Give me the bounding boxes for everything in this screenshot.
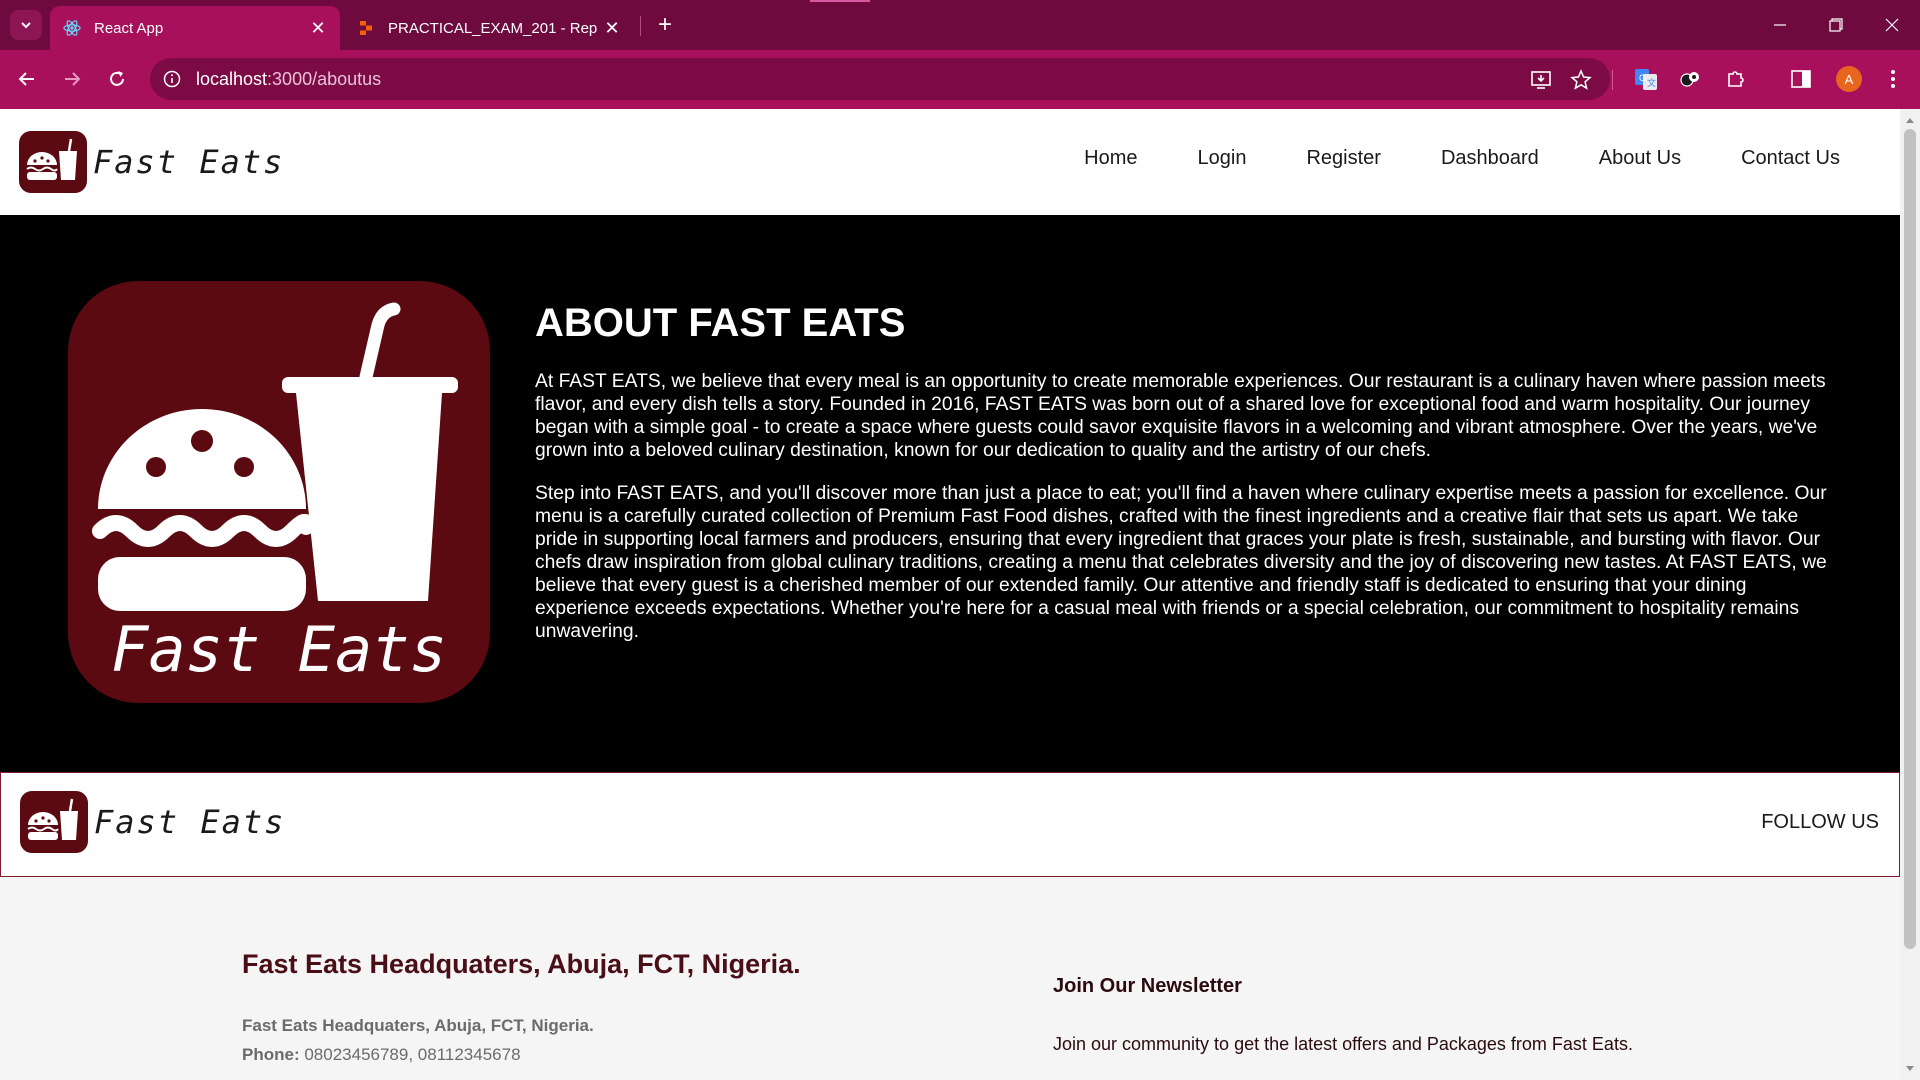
about-text: ABOUT FAST EATS At FAST EATS, we believe… — [535, 301, 1845, 663]
newsletter-title: Join Our Newsletter — [1053, 975, 1242, 997]
logo-text: Fast Eats — [111, 613, 447, 686]
chevron-down-icon — [21, 22, 31, 29]
site-footer: Fast Eats Headquaters, Abuja, FCT, Niger… — [0, 877, 1900, 1080]
tab-search-button[interactable] — [10, 10, 42, 40]
tab-replit[interactable]: PRACTICAL_EXAM_201 - Replit ✕ — [344, 6, 634, 50]
follow-us-label: FOLLOW US — [1761, 811, 1879, 833]
brand-name: Fast Eats — [94, 803, 286, 841]
about-heading: ABOUT FAST EATS — [535, 301, 906, 345]
scroll-down-arrow-icon[interactable] — [1900, 1062, 1920, 1076]
newsletter-text: Join our community to get the latest off… — [1053, 1034, 1633, 1054]
nav-home[interactable]: Home — [1084, 147, 1137, 170]
close-tab-icon[interactable]: ✕ — [598, 14, 626, 42]
footer-brand[interactable]: Fast Eats — [20, 791, 285, 853]
fast-eats-logo-icon — [19, 131, 87, 193]
about-section: Fast Eats ABOUT FAST EATS At FAST EATS, … — [0, 215, 1900, 772]
main-nav: Home Login Register Dashboard About Us C… — [1024, 147, 1840, 170]
url-host: localhost — [196, 69, 268, 89]
install-app-icon[interactable] — [1528, 67, 1554, 93]
phone-label: Phone: — [242, 1045, 300, 1064]
about-paragraph: Step into FAST EATS, and you'll discover… — [535, 483, 1827, 642]
site-header: Fast Eats Home Login Register Dashboard … — [0, 109, 1900, 215]
address-bar[interactable]: localhost:3000/aboutus — [150, 58, 1610, 100]
footer-brand-bar: Fast Eats FOLLOW US — [0, 772, 1900, 877]
scroll-up-arrow-icon[interactable] — [1900, 113, 1920, 127]
tab-title: React App — [94, 19, 164, 37]
new-tab-button[interactable]: + — [650, 10, 680, 40]
bookmark-star-icon[interactable] — [1568, 67, 1594, 93]
react-icon — [62, 18, 82, 38]
hq-phone: Phone: 08023456789, 08112345678 — [242, 1045, 521, 1065]
tab-title: PRACTICAL_EXAM_201 - Replit — [388, 19, 598, 37]
browser-toolbar: localhost:3000/aboutus G文 A — [0, 50, 1920, 109]
close-window-icon[interactable] — [1864, 0, 1920, 50]
extension-icon[interactable] — [1674, 62, 1708, 96]
svg-text:G: G — [1639, 73, 1646, 83]
nav-register[interactable]: Register — [1306, 147, 1380, 170]
reload-icon[interactable] — [100, 62, 134, 96]
puzzle-icon[interactable] — [1719, 62, 1753, 96]
fast-eats-logo-icon — [20, 791, 88, 853]
nav-contact-us[interactable]: Contact Us — [1741, 147, 1840, 170]
about-paragraph: At FAST EATS, we believe that every meal… — [535, 371, 1826, 461]
page-viewport: Fast Eats Home Login Register Dashboard … — [0, 109, 1900, 1080]
svg-text:文: 文 — [1647, 77, 1656, 88]
page-scrollbar[interactable] — [1900, 109, 1920, 1080]
minimize-icon[interactable] — [1752, 0, 1808, 50]
back-arrow-icon[interactable] — [10, 62, 44, 96]
site-info-icon[interactable] — [162, 69, 182, 89]
tab-separator — [640, 16, 641, 36]
hq-address: Fast Eats Headquaters, Abuja, FCT, Niger… — [242, 1016, 594, 1035]
profile-avatar[interactable]: A — [1836, 66, 1862, 92]
side-panel-icon[interactable] — [1784, 62, 1818, 96]
browser-titlebar: React App ✕ PRACTICAL_EXAM_201 - Replit … — [0, 0, 1920, 50]
replit-icon — [356, 18, 376, 38]
window-controls — [1752, 0, 1920, 50]
url-path: :3000/aboutus — [267, 69, 382, 89]
restore-icon[interactable] — [1808, 0, 1864, 50]
brand-name: Fast Eats — [93, 143, 285, 181]
forward-arrow-icon[interactable] — [55, 62, 89, 96]
google-translate-icon[interactable]: G文 — [1629, 62, 1663, 96]
more-menu-icon[interactable] — [1876, 62, 1910, 96]
tab-strip-indicator — [810, 0, 870, 2]
fast-eats-large-logo: Fast Eats — [68, 281, 490, 703]
nav-dashboard[interactable]: Dashboard — [1441, 147, 1539, 170]
toolbar-separator — [1612, 70, 1613, 90]
hq-title: Fast Eats Headquaters, Abuja, FCT, Niger… — [242, 949, 801, 979]
tab-react-app[interactable]: React App ✕ — [50, 6, 340, 50]
close-tab-icon[interactable]: ✕ — [304, 14, 332, 42]
scrollbar-thumb[interactable] — [1904, 129, 1916, 949]
nav-about-us[interactable]: About Us — [1599, 147, 1681, 170]
nav-login[interactable]: Login — [1198, 147, 1247, 170]
url-text[interactable]: localhost:3000/aboutus — [196, 69, 381, 90]
phone-value: 08023456789, 08112345678 — [304, 1045, 521, 1064]
header-brand[interactable]: Fast Eats — [19, 131, 284, 193]
